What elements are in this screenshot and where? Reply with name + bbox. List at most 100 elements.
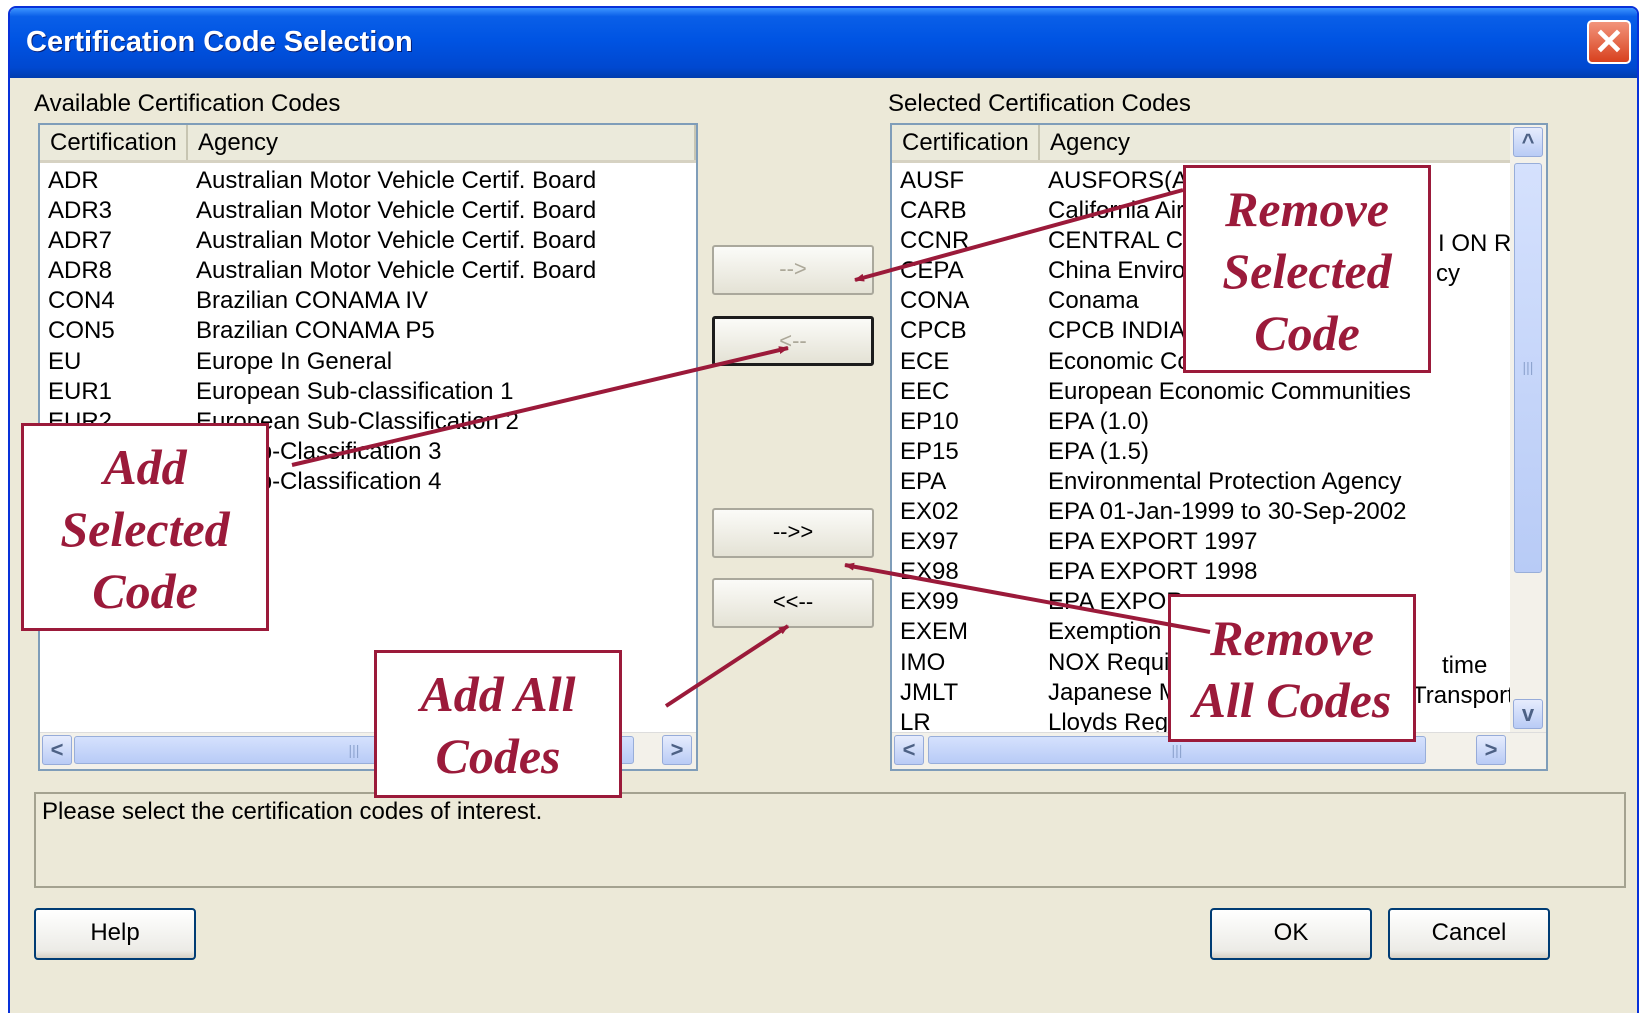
table-row[interactable]: ADR3 Australian Motor Vehicle Certif. Boa…: [40, 195, 696, 225]
certification-code-cell: CON5: [48, 317, 115, 345]
callout-line: Codes: [435, 728, 561, 784]
table-row[interactable]: EX98 EPA EXPORT 1998: [892, 556, 1510, 586]
agency-cell: Brazilian CONAMA P5: [196, 317, 435, 345]
add-all-button[interactable]: -->>: [712, 508, 874, 558]
agency-cell: EPA EXPOR: [1048, 588, 1184, 616]
certification-code-cell: CEPA: [900, 257, 964, 285]
window-title: Certification Code Selection: [26, 26, 413, 58]
agency-cell: EPA 01-Jan-1999 to 30-Sep-2002: [1048, 498, 1407, 526]
callout-remove-selected: Remove Selected Code: [1183, 165, 1431, 373]
callout-add-all: Add All Codes: [374, 650, 622, 798]
table-row[interactable]: EP15 EPA (1.5): [892, 436, 1510, 466]
vertical-scroll-thumb[interactable]: |||: [1514, 163, 1542, 573]
agency-cell: Australian Motor Vehicle Certif. Board: [196, 257, 597, 285]
certification-code-cell: CONA: [900, 287, 970, 315]
scroll-left-button[interactable]: <: [42, 735, 72, 765]
agency-cell: Environmental Protection Agency: [1048, 467, 1402, 495]
remove-all-button[interactable]: <<--: [712, 578, 874, 628]
certification-code-cell: ECE: [900, 347, 950, 375]
certification-code-cell: EEC: [900, 377, 950, 405]
available-codes-label: Available Certification Codes: [34, 90, 341, 117]
certification-code-cell: ADR: [48, 167, 99, 194]
title-bar[interactable]: Certification Code Selection ✕: [10, 8, 1637, 78]
callout-line: Code: [92, 563, 198, 619]
certification-code-cell: ADR3: [48, 197, 113, 225]
certification-code-cell: EUR1: [48, 377, 113, 405]
scroll-right-button[interactable]: >: [1476, 735, 1506, 765]
agency-cell: NOX Requir: [1048, 648, 1178, 676]
table-row[interactable]: ADR Australian Motor Vehicle Certif. Boar…: [40, 165, 696, 195]
certification-code-cell: CCNR: [900, 227, 970, 255]
available-list-header: Certification Agency: [40, 125, 696, 163]
agency-cell: China Enviror: [1048, 257, 1194, 285]
table-row[interactable]: CON4 Brazilian CONAMA IV: [40, 285, 696, 315]
table-row[interactable]: EU Europe In General: [40, 346, 696, 376]
agency-cell: Australian Motor Vehicle Certif. Board: [196, 227, 597, 255]
add-selected-button[interactable]: -->: [712, 245, 874, 295]
agency-cell: EPA EXPORT 1997: [1048, 528, 1258, 556]
table-row[interactable]: ADR7 Australian Motor Vehicle Certif. Boa…: [40, 225, 696, 255]
callout-line: Remove: [1225, 181, 1389, 237]
callout-line: Remove: [1210, 610, 1374, 666]
scroll-left-button[interactable]: <: [894, 735, 924, 765]
certification-code-cell: IMO: [900, 648, 946, 676]
table-row[interactable]: EX97 EPA EXPORT 1997: [892, 526, 1510, 556]
scroll-right-button[interactable]: >: [662, 735, 692, 765]
help-button[interactable]: Help: [34, 908, 196, 960]
certification-code-cell: EXEM: [900, 618, 969, 646]
table-row[interactable]: EX02 EPA 01-Jan-1999 to 30-Sep-2002: [892, 496, 1510, 526]
overflow-text: Transport: [1412, 682, 1514, 709]
callout-line: Selected: [1222, 243, 1392, 299]
column-header-certification[interactable]: Certification: [892, 125, 1040, 160]
certification-code-cell: JMLT: [900, 678, 959, 706]
close-button[interactable]: ✕: [1587, 20, 1631, 64]
agency-cell: European Economic Communities: [1048, 377, 1411, 405]
certification-code-cell: EP15: [900, 437, 959, 465]
overflow-text: I ON RI: [1438, 230, 1519, 257]
agency-cell: CPCB INDIA: [1048, 317, 1186, 345]
overflow-text: cy: [1436, 260, 1460, 287]
scroll-up-button[interactable]: ^: [1513, 127, 1543, 157]
callout-remove-all: Remove All Codes: [1168, 594, 1416, 742]
table-row[interactable]: ADR8 Australian Motor Vehicle Certif. Boa…: [40, 255, 696, 285]
callout-add-selected: Add Selected Code: [21, 423, 269, 631]
agency-cell: Australian Motor Vehicle Certif. Board: [196, 167, 597, 194]
column-header-agency[interactable]: Agency: [1040, 125, 1512, 160]
callout-line: Selected: [60, 501, 230, 557]
agency-cell: AUSFORS(Au: [1048, 167, 1202, 194]
agency-cell: CENTRAL CO: [1048, 227, 1202, 255]
certification-code-cell: EPA: [900, 467, 947, 495]
certification-code-cell: EX97: [900, 528, 959, 556]
callout-line: Code: [1254, 305, 1360, 361]
remove-selected-button[interactable]: <--: [712, 316, 874, 366]
agency-cell: EPA (1.0): [1048, 407, 1149, 435]
callout-line: All Codes: [1192, 672, 1392, 728]
certification-code-cell: ADR7: [48, 227, 113, 255]
agency-cell: Japanese M: [1048, 678, 1179, 706]
status-message: Please select the certification codes of…: [34, 792, 1626, 888]
table-row[interactable]: EP10 EPA (1.0): [892, 406, 1510, 436]
table-row[interactable]: EUR1 European Sub-classification 1: [40, 376, 696, 406]
selected-vertical-scrollbar[interactable]: ^ ||| v: [1510, 125, 1546, 733]
agency-cell: EPA EXPORT 1998: [1048, 558, 1258, 586]
callout-line: Add All: [420, 666, 576, 722]
agency-cell: Europe In General: [196, 347, 393, 375]
certification-code-cell: EU: [48, 347, 82, 375]
agency-cell: Conama: [1048, 287, 1139, 315]
callout-line: Add: [103, 439, 187, 495]
table-row[interactable]: EPA Environmental Protection Agency: [892, 466, 1510, 496]
column-header-certification[interactable]: Certification: [40, 125, 188, 160]
agency-cell: Economic Co: [1048, 347, 1191, 375]
selected-list-header: Certification Agency: [892, 125, 1512, 163]
column-header-agency[interactable]: Agency: [188, 125, 696, 160]
overflow-text: time: [1442, 652, 1488, 679]
ok-button[interactable]: OK: [1210, 908, 1372, 960]
scroll-down-button[interactable]: v: [1513, 699, 1543, 729]
certification-code-cell: AUSF: [900, 167, 965, 194]
table-row[interactable]: CON5 Brazilian CONAMA P5: [40, 315, 696, 345]
certification-code-cell: EP10: [900, 407, 959, 435]
table-row[interactable]: EEC European Economic Communities: [892, 376, 1510, 406]
cancel-button[interactable]: Cancel: [1388, 908, 1550, 960]
selected-codes-label: Selected Certification Codes: [888, 90, 1191, 117]
certification-code-cell: EX98: [900, 558, 959, 586]
